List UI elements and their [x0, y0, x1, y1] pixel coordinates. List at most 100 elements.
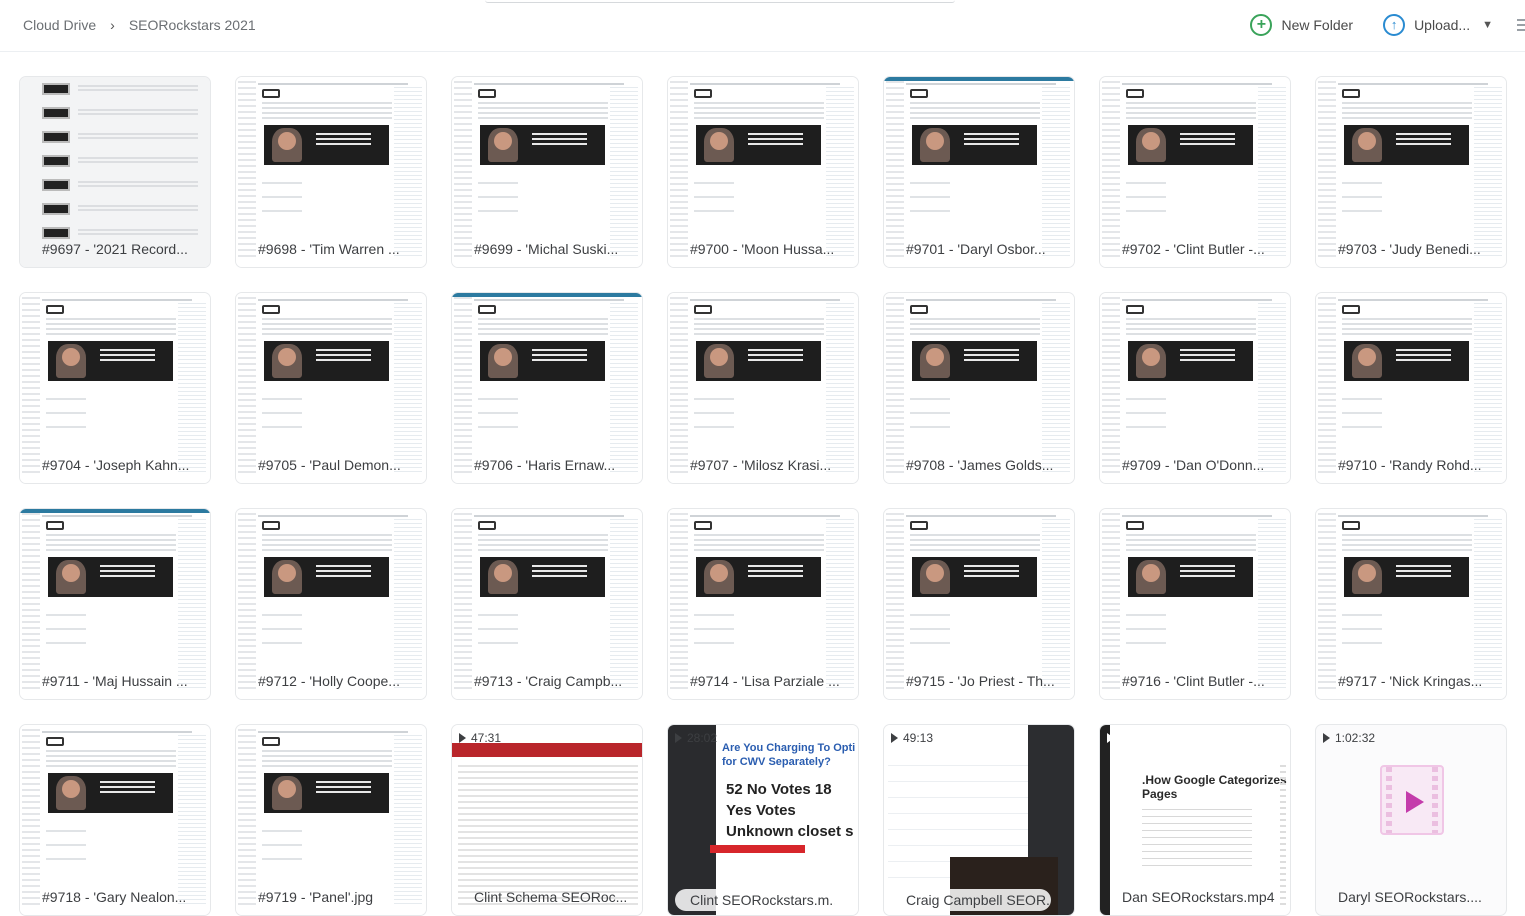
file-name: #9703 - 'Judy Benedi... — [1338, 241, 1481, 257]
file-name: #9704 - 'Joseph Kahn... — [42, 457, 190, 473]
file-card[interactable]: #9716 - 'Clint Butler -... — [1099, 508, 1291, 700]
doc-title: .How Google Categorizes Pages — [1142, 773, 1287, 801]
upload-label: Upload... — [1414, 17, 1471, 33]
file-name: #9711 - 'Maj Hussain ... — [42, 673, 188, 689]
file-name: #9705 - 'Paul Demon... — [258, 457, 401, 473]
thumbnail — [1100, 293, 1290, 483]
duration-badge: 28:02 — [675, 731, 717, 745]
file-card[interactable]: #9708 - 'James Golds... — [883, 292, 1075, 484]
slide-text: 52 No Votes 18 Yes Votes Unknown closet … — [726, 781, 854, 840]
plus-circle-icon: + — [1250, 14, 1273, 36]
file-card[interactable]: #9711 - 'Maj Hussain ... — [19, 508, 211, 700]
duration-text: 28:02 — [687, 731, 718, 745]
thumbnail — [1316, 293, 1506, 483]
file-name: #9717 - 'Nick Kringas... — [1338, 673, 1483, 689]
file-card[interactable]: #9715 - 'Jo Priest - Th... — [883, 508, 1075, 700]
breadcrumb: Cloud Drive › SEORockstars 2021 — [23, 17, 256, 33]
file-card[interactable]: Are You Charging To Opti for CWV Separat… — [667, 724, 859, 916]
thumbnail: Are You Charging To Opti for CWV Separat… — [668, 725, 858, 915]
thumbnail — [1100, 77, 1290, 267]
file-card[interactable]: #9717 - 'Nick Kringas... — [1315, 508, 1507, 700]
duration-text: 49:13 — [903, 731, 934, 745]
file-name: #9710 - 'Randy Rohd... — [1338, 457, 1482, 473]
chevron-right-icon: › — [110, 17, 115, 33]
file-name: #9715 - 'Jo Priest - Th... — [906, 673, 1055, 689]
file-card[interactable]: #9714 - 'Lisa Parziale ... — [667, 508, 859, 700]
file-card[interactable]: .How Google Categorizes Pages 52:41 Dan SE… — [1099, 724, 1291, 916]
play-icon — [459, 733, 466, 743]
file-name: Craig Campbell SEOR... — [891, 889, 1051, 911]
upload-button[interactable]: ↑ Upload... ▼ — [1383, 14, 1493, 36]
file-card[interactable]: #9702 - 'Clint Butler -... — [1099, 76, 1291, 268]
toolbar-actions: + New Folder ↑ Upload... ▼ — [1250, 14, 1525, 36]
breadcrumb-root[interactable]: Cloud Drive — [23, 17, 96, 33]
tab-strip — [485, 0, 955, 3]
duration-text: 52:41 — [1119, 731, 1150, 745]
file-card[interactable]: #9719 - 'Panel'.jpg — [235, 724, 427, 916]
file-card[interactable]: #9701 - 'Daryl Osbor... — [883, 76, 1075, 268]
slide-title: Are You Charging To Opti for CWV Separat… — [722, 742, 856, 768]
thumbnail — [236, 293, 426, 483]
file-card[interactable]: #9713 - 'Craig Campb... — [451, 508, 643, 700]
file-card[interactable]: #9700 - 'Moon Hussa... — [667, 76, 859, 268]
play-icon — [675, 733, 682, 743]
thumbnail — [1316, 509, 1506, 699]
duration-badge: 1:02:32 — [1323, 731, 1375, 745]
file-card[interactable]: 49:13 Craig Campbell SEOR... — [883, 724, 1075, 916]
duration-text: 1:02:32 — [1335, 731, 1376, 745]
thumbnail — [668, 509, 858, 699]
thumbnail — [20, 725, 210, 915]
thumbnail — [1316, 77, 1506, 267]
file-name: #9699 - 'Michal Suski... — [474, 241, 619, 257]
file-card[interactable]: 47:31 Clint Schema SEORoc... — [451, 724, 643, 916]
file-name: #9716 - 'Clint Butler -... — [1122, 673, 1265, 689]
file-name: #9713 - 'Craig Campb... — [474, 673, 623, 689]
play-icon — [891, 733, 898, 743]
chevron-down-icon[interactable]: ▼ — [1482, 19, 1493, 31]
file-name: #9708 - 'James Golds... — [906, 457, 1054, 473]
thumbnail — [20, 293, 210, 483]
file-card[interactable]: #9698 - 'Tim Warren ... — [235, 76, 427, 268]
thumbnail — [20, 77, 210, 267]
play-icon — [1323, 733, 1330, 743]
thumbnail — [236, 509, 426, 699]
new-folder-label: New Folder — [1281, 17, 1354, 33]
duration-text: 47:31 — [471, 731, 502, 745]
file-name: #9718 - 'Gary Nealon... — [42, 889, 187, 905]
file-name: Clint SEORockstars.m... — [675, 889, 835, 911]
thumbnail — [668, 77, 858, 267]
thumbnail — [452, 293, 642, 483]
breadcrumb-current: SEORockstars 2021 — [128, 17, 256, 33]
file-card[interactable]: 1:02:32 Daryl SEORockstars.... — [1315, 724, 1507, 916]
play-icon — [1107, 733, 1114, 743]
file-card[interactable]: #9709 - 'Dan O'Donn... — [1099, 292, 1291, 484]
file-card[interactable]: #9707 - 'Milosz Krasi... — [667, 292, 859, 484]
file-name: #9706 - 'Haris Ernaw... — [474, 457, 616, 473]
thumbnail — [452, 725, 642, 915]
duration-badge: 47:31 — [459, 731, 501, 745]
file-card[interactable]: #9706 - 'Haris Ernaw... — [451, 292, 643, 484]
thumbnail — [20, 509, 210, 699]
file-name: #9700 - 'Moon Hussa... — [690, 241, 835, 257]
file-card[interactable]: #9699 - 'Michal Suski... — [451, 76, 643, 268]
file-card[interactable]: #9697 - '2021 Record... — [19, 76, 211, 268]
thumbnail — [452, 77, 642, 267]
duration-badge: 49:13 — [891, 731, 933, 745]
file-card[interactable]: #9703 - 'Judy Benedi... — [1315, 76, 1507, 268]
file-name: #9707 - 'Milosz Krasi... — [690, 457, 832, 473]
file-name: Dan SEORockstars.mp4 — [1122, 889, 1275, 905]
file-card[interactable]: #9712 - 'Holly Coope... — [235, 508, 427, 700]
thumbnail — [668, 293, 858, 483]
video-file-icon — [1380, 765, 1444, 835]
file-name: Daryl SEORockstars.... — [1338, 889, 1482, 905]
file-card[interactable]: #9718 - 'Gary Nealon... — [19, 724, 211, 916]
thumbnail — [1100, 509, 1290, 699]
menu-icon[interactable] — [1517, 19, 1525, 31]
file-card[interactable]: #9705 - 'Paul Demon... — [235, 292, 427, 484]
thumbnail — [236, 77, 426, 267]
file-card[interactable]: #9704 - 'Joseph Kahn... — [19, 292, 211, 484]
file-name: #9709 - 'Dan O'Donn... — [1122, 457, 1265, 473]
file-card[interactable]: #9710 - 'Randy Rohd... — [1315, 292, 1507, 484]
new-folder-button[interactable]: + New Folder — [1250, 14, 1353, 36]
thumbnail — [236, 725, 426, 915]
